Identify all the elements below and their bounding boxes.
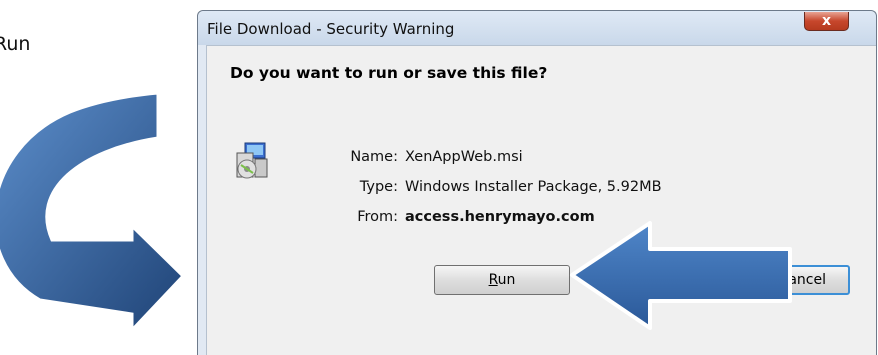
from-value: access.henrymayo.com <box>405 209 595 225</box>
from-label: From: <box>357 209 398 225</box>
dialog-question: Do you want to run or save this file? <box>230 64 548 82</box>
run-button[interactable]: Run <box>434 265 570 295</box>
name-row: Name: XenAppWeb.msi <box>198 149 878 169</box>
cancel-button[interactable]: ancel <box>730 265 850 295</box>
close-button[interactable]: x <box>804 12 849 31</box>
close-icon: x <box>821 13 832 29</box>
type-row: Type: Windows Installer Package, 5.92MB <box>198 179 878 199</box>
name-value: XenAppWeb.msi <box>405 149 523 165</box>
type-label: Type: <box>359 179 398 195</box>
cancel-label: ancel <box>788 272 826 288</box>
from-row: From: access.henrymayo.com <box>198 209 878 229</box>
dialog-title: File Download - Security Warning <box>207 20 455 38</box>
run-access-key: R <box>488 272 498 288</box>
run-label: un <box>497 272 516 288</box>
name-label: Name: <box>350 149 398 165</box>
type-value: Windows Installer Package, 5.92MB <box>405 179 662 195</box>
dialog-body <box>206 45 876 355</box>
curved-down-right-arrow-icon <box>0 91 186 334</box>
security-warning-dialog: File Download - Security Warning x Do yo… <box>197 10 877 355</box>
title-bar: File Download - Security Warning x <box>198 11 876 45</box>
